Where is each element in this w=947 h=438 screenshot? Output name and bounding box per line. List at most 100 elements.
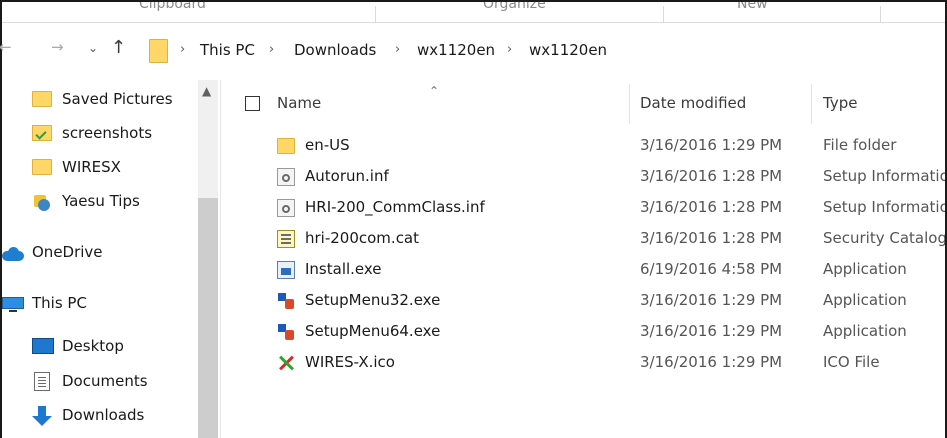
- file-date: 3/16/2016 1:29 PM: [640, 291, 783, 309]
- file-type: Application: [823, 291, 907, 309]
- file-row[interactable]: HRI-200_CommClass.inf 3/16/2016 1:28 PM …: [221, 193, 945, 224]
- documents-icon: [34, 372, 50, 391]
- nav-item-label: Downloads: [62, 406, 145, 424]
- file-date: 3/16/2016 1:28 PM: [640, 229, 783, 247]
- file-date: 3/16/2016 1:29 PM: [640, 136, 783, 154]
- setupmenu-app-icon: [277, 292, 295, 310]
- forward-arrow-icon[interactable]: →: [51, 38, 64, 56]
- file-name: Autorun.inf: [305, 167, 389, 185]
- scroll-up-arrow-icon[interactable]: ▲: [202, 84, 211, 98]
- back-arrow-icon[interactable]: ←: [0, 38, 12, 56]
- breadcrumb-this-pc[interactable]: This PC: [200, 41, 255, 59]
- nav-item-label: OneDrive: [32, 243, 103, 261]
- folder-icon: [32, 159, 52, 175]
- file-type: Setup Information: [823, 198, 945, 216]
- file-type: Security Catalog: [823, 229, 945, 247]
- wires-x-ico-icon: [277, 354, 295, 372]
- ribbon-divider: [663, 6, 664, 22]
- file-row[interactable]: WIRES-X.ico 3/16/2016 1:29 PM ICO File: [221, 348, 945, 379]
- nav-item-downloads[interactable]: Downloads: [2, 400, 197, 428]
- ribbon-divider: [880, 6, 881, 22]
- file-name: hri-200com.cat: [305, 229, 420, 247]
- file-date: 3/16/2016 1:28 PM: [640, 167, 783, 185]
- nav-item-yaesu-tips[interactable]: Yaesu Tips: [2, 188, 197, 216]
- nav-item-label: This PC: [32, 294, 87, 312]
- ribbon-group-new: New: [737, 2, 768, 12]
- breadcrumb-separator: ›: [180, 42, 186, 57]
- nav-item-label: Saved Pictures: [62, 90, 173, 108]
- file-type: Setup Information: [823, 167, 945, 185]
- breadcrumb-downloads[interactable]: Downloads: [294, 41, 376, 59]
- breadcrumb-separator: ›: [395, 42, 401, 57]
- folder-check-icon: [32, 125, 52, 141]
- file-row[interactable]: Autorun.inf 3/16/2016 1:28 PM Setup Info…: [221, 162, 945, 193]
- breadcrumb-separator: ›: [269, 42, 275, 57]
- file-name: SetupMenu32.exe: [305, 291, 441, 309]
- nav-item-this-pc[interactable]: This PC: [2, 290, 197, 318]
- navigation-pane: Saved Pictures screenshots WIRESX Yaesu …: [2, 80, 221, 438]
- column-divider[interactable]: [629, 84, 630, 124]
- file-name: HRI-200_CommClass.inf: [305, 198, 485, 216]
- nav-item-label: Yaesu Tips: [62, 192, 140, 210]
- nav-item-onedrive[interactable]: OneDrive: [2, 239, 197, 267]
- nav-item-label: screenshots: [62, 124, 153, 142]
- nav-item-saved-pictures[interactable]: Saved Pictures: [2, 86, 197, 114]
- breadcrumb-wx1120en[interactable]: wx1120en: [417, 41, 495, 59]
- file-name: en-US: [305, 136, 350, 154]
- folder-icon: [149, 39, 168, 63]
- setup-info-icon: [277, 199, 295, 217]
- file-date: 3/16/2016 1:29 PM: [640, 322, 783, 340]
- file-name: SetupMenu64.exe: [305, 322, 441, 340]
- ribbon-divider: [375, 6, 376, 22]
- nav-item-screenshots[interactable]: screenshots: [2, 120, 197, 148]
- file-row[interactable]: SetupMenu64.exe 3/16/2016 1:29 PM Applic…: [221, 317, 945, 348]
- file-list: ⌃ Name Date modified Type en-US 3/16/201…: [221, 80, 945, 438]
- nav-item-wiresx[interactable]: WIRESX: [2, 154, 197, 182]
- up-arrow-icon[interactable]: ↑: [111, 37, 126, 58]
- file-row[interactable]: hri-200com.cat 3/16/2016 1:28 PM Securit…: [221, 224, 945, 255]
- navigation-bar: ← → ⌄ ↑ › This PC › Downloads › wx1120en…: [0, 24, 945, 76]
- file-type: Application: [823, 260, 907, 278]
- file-type: ICO File: [823, 353, 880, 371]
- file-row[interactable]: SetupMenu32.exe 3/16/2016 1:29 PM Applic…: [221, 286, 945, 317]
- file-row[interactable]: en-US 3/16/2016 1:29 PM File folder: [221, 131, 945, 162]
- ribbon-group-clipboard: Clipboard: [139, 2, 206, 12]
- file-type: Application: [823, 322, 907, 340]
- column-divider[interactable]: [811, 84, 812, 124]
- security-catalog-icon: [277, 230, 295, 248]
- column-header-date-modified[interactable]: Date modified: [640, 94, 746, 112]
- chevron-down-icon[interactable]: ⌄: [88, 41, 98, 55]
- onedrive-cloud-icon: [2, 247, 24, 261]
- setup-info-icon: [277, 168, 295, 186]
- file-row[interactable]: Install.exe 6/19/2016 4:58 PM Applicatio…: [221, 255, 945, 286]
- nav-item-label: Desktop: [62, 337, 124, 355]
- nav-pane-scrollbar-thumb[interactable]: [198, 198, 218, 438]
- breadcrumb-wx1120en-current[interactable]: wx1120en: [529, 41, 607, 59]
- computer-icon: [2, 297, 24, 313]
- file-date: 6/19/2016 4:58 PM: [640, 260, 783, 278]
- ribbon-group-organize: Organize: [483, 2, 546, 12]
- column-header-type[interactable]: Type: [823, 94, 857, 112]
- nav-item-label: Documents: [62, 372, 148, 390]
- breadcrumb-separator: ›: [507, 42, 513, 57]
- ribbon-group-labels: Clipboard Organize New: [2, 2, 945, 23]
- nav-item-desktop[interactable]: Desktop: [2, 330, 197, 358]
- column-header-name[interactable]: Name: [277, 94, 321, 112]
- file-name: Install.exe: [305, 260, 382, 278]
- desktop-icon: [32, 338, 54, 354]
- file-date: 3/16/2016 1:29 PM: [640, 353, 783, 371]
- folder-icon: [277, 138, 295, 154]
- select-all-checkbox[interactable]: [245, 96, 260, 111]
- application-icon: [277, 261, 295, 279]
- downloads-icon: [32, 406, 52, 426]
- nav-item-documents[interactable]: Documents: [2, 365, 197, 393]
- file-date: 3/16/2016 1:28 PM: [640, 198, 783, 216]
- nav-item-label: WIRESX: [62, 158, 121, 176]
- file-name: WIRES-X.ico: [305, 353, 395, 371]
- file-type: File folder: [823, 136, 897, 154]
- address-bar[interactable]: › This PC › Downloads › wx1120en › wx112…: [139, 36, 945, 64]
- folder-icon: [32, 91, 52, 107]
- setupmenu-app-icon: [277, 323, 295, 341]
- sort-ascending-icon: ⌃: [429, 84, 440, 98]
- shortcut-icon: [32, 193, 52, 211]
